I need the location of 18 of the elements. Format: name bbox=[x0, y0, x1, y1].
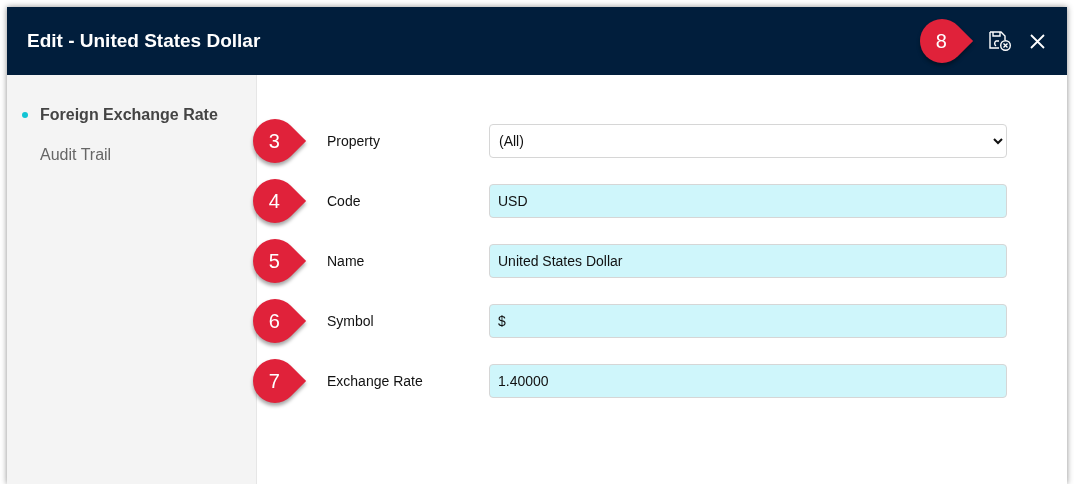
field-label: Exchange Rate bbox=[327, 373, 424, 389]
property-select[interactable]: (All) bbox=[489, 124, 1007, 158]
close-button[interactable] bbox=[1030, 33, 1045, 49]
floppy-disk-x-icon bbox=[988, 30, 1012, 52]
text-field[interactable]: $ bbox=[489, 304, 1007, 338]
text-field[interactable]: 1.40000 bbox=[489, 364, 1007, 398]
close-icon bbox=[1030, 33, 1045, 49]
field-label: Symbol bbox=[327, 313, 375, 329]
active-dot bbox=[22, 112, 28, 118]
field-label: Code bbox=[327, 193, 362, 209]
text-field[interactable]: United States Dollar bbox=[489, 244, 1007, 278]
field-label: Property bbox=[327, 133, 381, 149]
save-cancel-button[interactable] bbox=[988, 30, 1012, 52]
window-title: Edit - United States Dollar bbox=[27, 30, 262, 52]
sidebar-item[interactable]: Foreign Exchange Rate bbox=[40, 106, 218, 124]
field-label: Name bbox=[327, 253, 366, 269]
text-field[interactable]: USD bbox=[489, 184, 1007, 218]
sidebar-item[interactable]: Audit Trail bbox=[40, 146, 112, 164]
